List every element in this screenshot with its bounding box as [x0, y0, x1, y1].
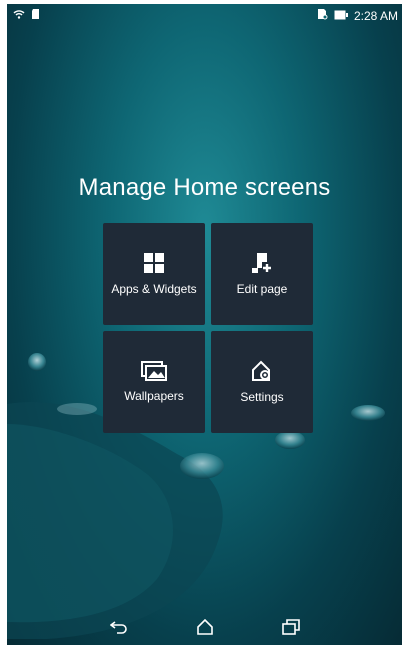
home-icon[interactable] [191, 615, 219, 639]
navigation-bar [7, 609, 402, 645]
wallpaper-icon [141, 361, 167, 381]
wallpapers-label: Wallpapers [124, 389, 184, 403]
apps-grid-icon [143, 252, 165, 274]
wallpapers-button[interactable]: Wallpapers [103, 331, 205, 433]
sd-card-icon [31, 8, 41, 23]
edit-page-button[interactable]: Edit page [211, 223, 313, 325]
home-settings-icon [250, 360, 274, 382]
recents-icon[interactable] [277, 615, 305, 639]
clock: 2:28 AM [353, 8, 398, 23]
battery-icon [334, 9, 348, 23]
back-icon[interactable] [105, 615, 133, 639]
settings-button[interactable]: Settings [211, 331, 313, 433]
settings-label: Settings [240, 390, 284, 404]
no-sim-icon [316, 8, 328, 23]
apps-widgets-label: Apps & Widgets [111, 282, 197, 296]
apps-widgets-button[interactable]: Apps & Widgets [103, 223, 205, 325]
home-screen: 2:28 AM Manage Home screens Apps & Widge… [7, 4, 402, 645]
edit-page-label: Edit page [236, 282, 288, 296]
status-bar: 2:28 AM [7, 4, 402, 26]
edit-page-icon [251, 252, 273, 274]
manage-menu-grid: Apps & Widgets Edit page Wallpapers Sett… [103, 223, 313, 433]
wifi-icon [13, 8, 25, 23]
page-title: Manage Home screens [78, 174, 331, 201]
